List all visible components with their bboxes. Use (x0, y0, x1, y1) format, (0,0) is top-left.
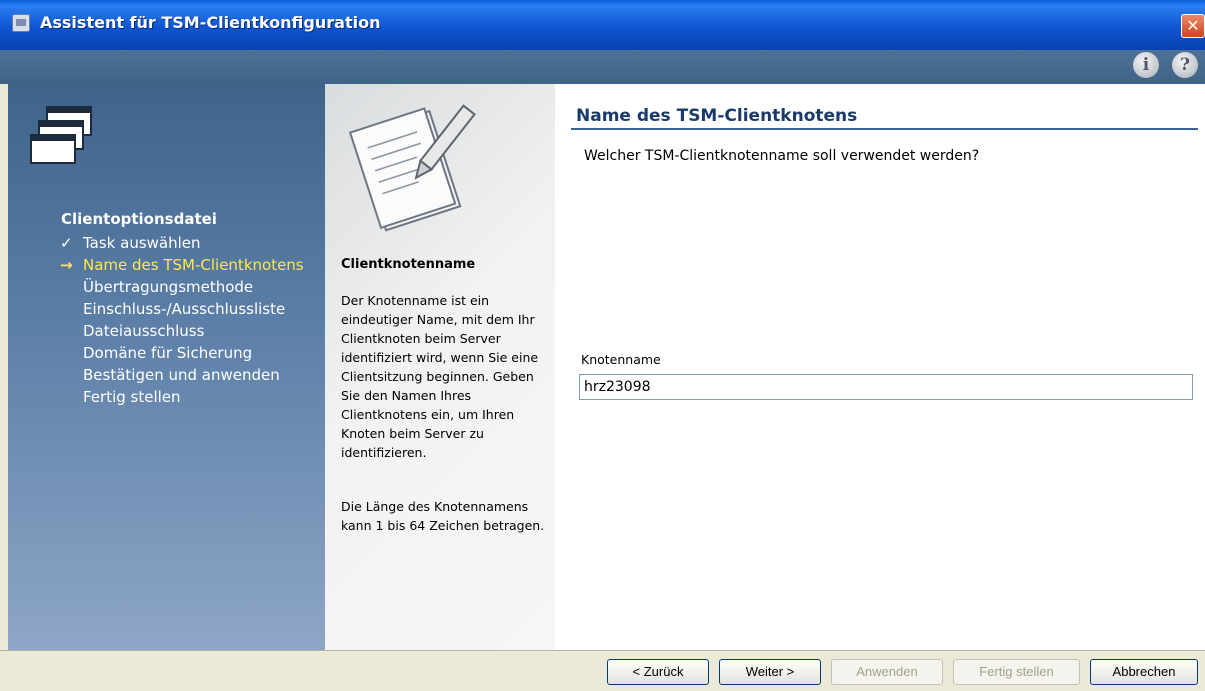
info-description: Der Knotenname ist ein eindeutiger Name,… (341, 293, 539, 460)
checkmark-icon: ✓ (60, 234, 73, 252)
arrow-right-icon: → (60, 256, 73, 274)
main-content: Name des TSM-Clientknotens Welcher TSM-C… (555, 84, 1205, 650)
document-pencil-icon (348, 104, 476, 232)
wizard-step-sidebar: Clientoptionsdatei ✓ Task auswählen → Name… (8, 84, 325, 650)
back-button[interactable]: < Zurück (607, 659, 709, 685)
step-dateiausschluss[interactable]: Dateiausschluss (38, 320, 304, 342)
title-bar: Assistent für TSM-Clientkonfiguration ✕ (0, 0, 1205, 50)
app-icon[interactable] (12, 14, 30, 32)
step-label: Dateiausschluss (83, 322, 205, 340)
step-name-des-tsm-clientknotens[interactable]: → Name des TSM-Clientknotens (38, 254, 304, 276)
page-question: Welcher TSM-Clientknotenname soll verwen… (584, 148, 980, 164)
info-length-note: Die Länge des Knotennamens kann 1 bis 64… (341, 499, 545, 533)
step-label: Einschluss-/Ausschlussliste (83, 300, 286, 318)
step-label: Bestätigen und anwenden (83, 366, 280, 384)
node-name-input[interactable] (579, 374, 1193, 400)
step-label: Domäne für Sicherung (83, 344, 253, 362)
info-icon[interactable]: i (1133, 52, 1159, 78)
step-label: Task auswählen (83, 234, 201, 252)
step-label: Name des TSM-Clientknotens (83, 256, 304, 274)
step-list: ✓ Task auswählen → Name des TSM-Clientknot… (38, 232, 304, 408)
cancel-button[interactable]: Abbrechen (1090, 659, 1198, 685)
step-label: Fertig stellen (83, 388, 181, 406)
step-domaene-fuer-sicherung[interactable]: Domäne für Sicherung (38, 342, 304, 364)
button-bar: < Zurück Weiter > Anwenden Fertig stelle… (0, 650, 1205, 691)
finish-button[interactable]: Fertig stellen (953, 659, 1080, 685)
step-einschluss-ausschlussliste[interactable]: Einschluss-/Ausschlussliste (38, 298, 304, 320)
next-button[interactable]: Weiter > (719, 659, 821, 685)
title-divider (571, 128, 1198, 130)
window-title: Assistent für TSM-Clientkonfiguration (40, 13, 381, 32)
close-button[interactable]: ✕ (1181, 14, 1205, 38)
step-label: Übertragungsmethode (83, 278, 254, 296)
step-bestaetigen-und-anwenden[interactable]: Bestätigen und anwenden (38, 364, 304, 386)
step-uebertragungsmethode[interactable]: Übertragungsmethode (38, 276, 304, 298)
node-name-label: Knotenname (581, 352, 661, 367)
header-strip: i ? (0, 50, 1205, 84)
step-fertig-stellen[interactable]: Fertig stellen (38, 386, 304, 408)
help-icon[interactable]: ? (1172, 52, 1198, 78)
step-task-auswaehlen[interactable]: ✓ Task auswählen (38, 232, 304, 254)
info-title: Clientknotenname (341, 257, 476, 272)
info-panel: Clientknotenname Der Knotenname ist ein … (325, 84, 555, 650)
sidebar-heading: Clientoptionsdatei (61, 210, 217, 228)
apply-button[interactable]: Anwenden (831, 659, 943, 685)
page-title: Name des TSM-Clientknotens (576, 106, 858, 126)
